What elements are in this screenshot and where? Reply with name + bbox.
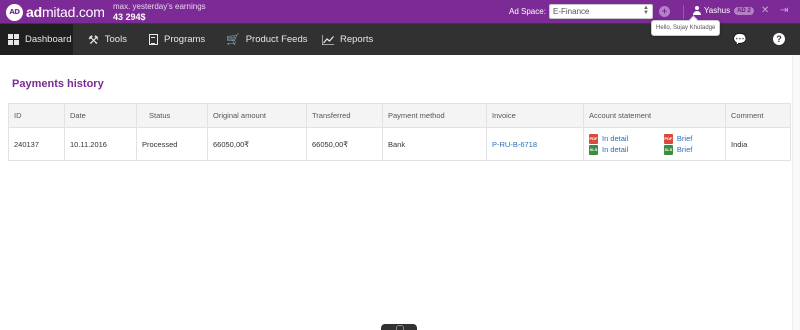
link-label: In detail — [602, 145, 629, 154]
user-level-badge: AD 2 — [734, 6, 754, 15]
nav-item-reports[interactable]: Reports — [314, 24, 381, 55]
nav-label: Product Feeds — [245, 34, 308, 45]
xls-in-detail-link[interactable]: XLS In detail — [589, 144, 656, 155]
link-label: Brief — [676, 134, 693, 143]
add-ad-space-button[interactable]: + — [659, 6, 670, 17]
cell-date: 10.11.2016 — [64, 127, 137, 161]
cell-status: Processed — [136, 127, 208, 161]
earnings-label: max. yesterday's earnings — [113, 2, 206, 11]
settings-tools-icon[interactable]: ✕ — [761, 5, 769, 16]
column-header-id[interactable]: ID — [8, 103, 65, 128]
cell-payment-method: Bank — [382, 127, 487, 161]
cell-comment: India — [725, 127, 791, 161]
earnings-value: 43 294$ — [113, 12, 146, 22]
column-header-transferred[interactable]: Transferred — [306, 103, 383, 128]
vertical-scrollbar[interactable] — [792, 55, 800, 330]
chart-icon — [322, 34, 334, 45]
invoice-link[interactable]: P-RU-B-6718 — [486, 127, 584, 161]
xls-file-icon: XLS — [589, 144, 598, 155]
ad-space-select[interactable]: E-Finance ▲ ▼ — [549, 4, 653, 19]
link-label: Brief — [676, 145, 693, 154]
column-header-original-amount[interactable]: Original amount — [207, 103, 307, 128]
pdf-file-icon: PDF — [663, 133, 673, 144]
page-title: Payments history — [12, 78, 104, 90]
document-icon — [149, 34, 158, 45]
cell-id: 240137 — [8, 127, 65, 161]
logo-badge-icon: AD — [6, 3, 23, 21]
nav-label: Reports — [340, 34, 374, 45]
xls-brief-link[interactable]: XLS Brief — [663, 144, 720, 155]
help-icon[interactable]: ? — [773, 33, 785, 45]
cart-icon: 🛒 — [226, 34, 240, 46]
pdf-file-icon: PDF — [589, 133, 598, 144]
user-tooltip: Hello, Sujay Khutadge — [651, 20, 721, 36]
user-name: Yashus — [704, 6, 731, 15]
payments-table: ID Date Status Original amount Transferr… — [8, 103, 791, 161]
dashboard-icon — [8, 34, 19, 45]
ad-space-label: Ad Space: — [509, 7, 546, 16]
column-header-payment-method[interactable]: Payment method — [382, 103, 487, 128]
ad-space-value: E-Finance — [553, 7, 590, 16]
nav-label: Dashboard — [25, 34, 72, 45]
cell-original-amount: 66050,00₹ — [207, 127, 307, 161]
table-header-row: ID Date Status Original amount Transferr… — [8, 103, 791, 128]
column-header-account-statement[interactable]: Account statement — [583, 103, 726, 128]
user-icon — [693, 6, 701, 15]
nav-item-dashboard[interactable]: Dashboard — [0, 24, 73, 55]
earnings-summary: max. yesterday's earnings 43 294$ — [113, 2, 206, 22]
nav-item-product-feeds[interactable]: 🛒 Product Feeds — [218, 24, 316, 55]
logout-icon[interactable]: ⇥ — [780, 5, 788, 16]
statement-links: PDF In detail PDF Brief XLS In detail XL… — [589, 133, 720, 155]
nav-item-programs[interactable]: Programs — [141, 24, 213, 55]
nav-label: Programs — [164, 34, 206, 45]
select-arrows-icon: ▲ ▼ — [643, 5, 649, 16]
tools-icon: ⚒ — [88, 32, 99, 47]
chat-icon[interactable]: 💬 — [733, 33, 747, 46]
column-header-status[interactable]: Status — [136, 103, 208, 128]
cell-transferred: 66050,00₹ — [306, 127, 383, 161]
bottom-panel-toggle-icon[interactable] — [381, 324, 417, 330]
nav-item-tools[interactable]: ⚒ Tools — [80, 24, 135, 55]
cell-account-statement: PDF In detail PDF Brief XLS In detail XL… — [583, 127, 726, 161]
link-label: In detail — [602, 134, 629, 143]
column-header-date[interactable]: Date — [64, 103, 137, 128]
header-divider — [683, 5, 684, 19]
admitad-logo[interactable]: AD admitad.com — [6, 3, 105, 21]
column-header-comment[interactable]: Comment — [725, 103, 791, 128]
user-menu[interactable]: Yashus AD 2 — [693, 6, 754, 15]
pdf-brief-link[interactable]: PDF Brief — [663, 133, 720, 144]
table-row: 240137 10.11.2016 Processed 66050,00₹ 66… — [8, 127, 791, 161]
logo-text: admitad.com — [26, 4, 105, 20]
column-header-invoice[interactable]: Invoice — [486, 103, 584, 128]
xls-file-icon: XLS — [663, 144, 673, 155]
nav-label: Tools — [104, 34, 127, 45]
pdf-in-detail-link[interactable]: PDF In detail — [589, 133, 656, 144]
